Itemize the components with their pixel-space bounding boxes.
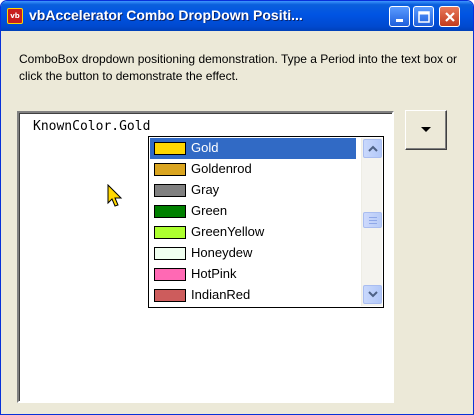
list-item-label: Goldenrod [191,161,252,176]
color-swatch [154,247,186,260]
close-icon [445,12,455,22]
window-title: vbAccelerator Combo DropDown Positi... [29,7,303,23]
list-item-goldenrod[interactable]: Goldenrod [150,159,356,180]
color-swatch [154,289,186,302]
list-item-label: Honeydew [191,245,253,260]
maximize-icon [418,11,430,23]
title-bar[interactable]: vb vbAccelerator Combo DropDown Positi..… [1,1,473,31]
chevron-up-icon [368,145,378,152]
list-item-indianred[interactable]: IndianRed [150,285,356,306]
scroll-thumb[interactable] [363,212,382,228]
text-input-value: KnownColor.Gold [33,119,151,134]
dropdown-scrollbar[interactable] [361,138,382,306]
minimize-button[interactable] [389,6,410,27]
maximize-button[interactable] [413,6,434,27]
list-item-label: HotPink [191,266,237,281]
scroll-down-button[interactable] [363,285,382,304]
color-swatch [154,268,186,281]
color-swatch [154,142,186,155]
dropdown-items: Gold Goldenrod Gray Green GreenYellow Honeyde… [149,137,356,307]
list-item-label: Green [191,203,228,218]
color-swatch [154,163,186,176]
color-swatch [154,184,186,197]
description-label: ComboBox dropdown positioning demonstrat… [19,52,458,83]
chevron-down-icon [368,291,378,298]
list-item-greenyellow[interactable]: GreenYellow [150,222,356,243]
list-item-label: Gold [191,140,219,155]
list-item-gray[interactable]: Gray [150,180,356,201]
list-item-hotpink[interactable]: HotPink [150,264,356,285]
color-swatch [154,226,186,239]
close-button[interactable] [439,6,460,27]
app-window: vb vbAccelerator Combo DropDown Positi..… [0,0,474,415]
dropdown-arrow-icon [421,127,431,132]
list-item-label: IndianRed [191,287,251,302]
list-item-green[interactable]: Green [150,201,356,222]
list-item-honeydew[interactable]: Honeydew [150,243,356,264]
list-item-label: GreenYellow [191,224,265,239]
color-dropdown-list[interactable]: Gold Goldenrod Gray Green GreenYellow Honeyde… [148,136,384,308]
list-item-gold[interactable]: Gold [150,138,356,159]
color-swatch [154,205,186,218]
list-item-label: Gray [191,182,220,197]
show-dropdown-button[interactable] [405,110,447,150]
minimize-icon [396,19,403,22]
app-icon[interactable]: vb [7,8,23,24]
scroll-up-button[interactable] [363,139,382,158]
mouse-pointer-icon [107,184,123,207]
